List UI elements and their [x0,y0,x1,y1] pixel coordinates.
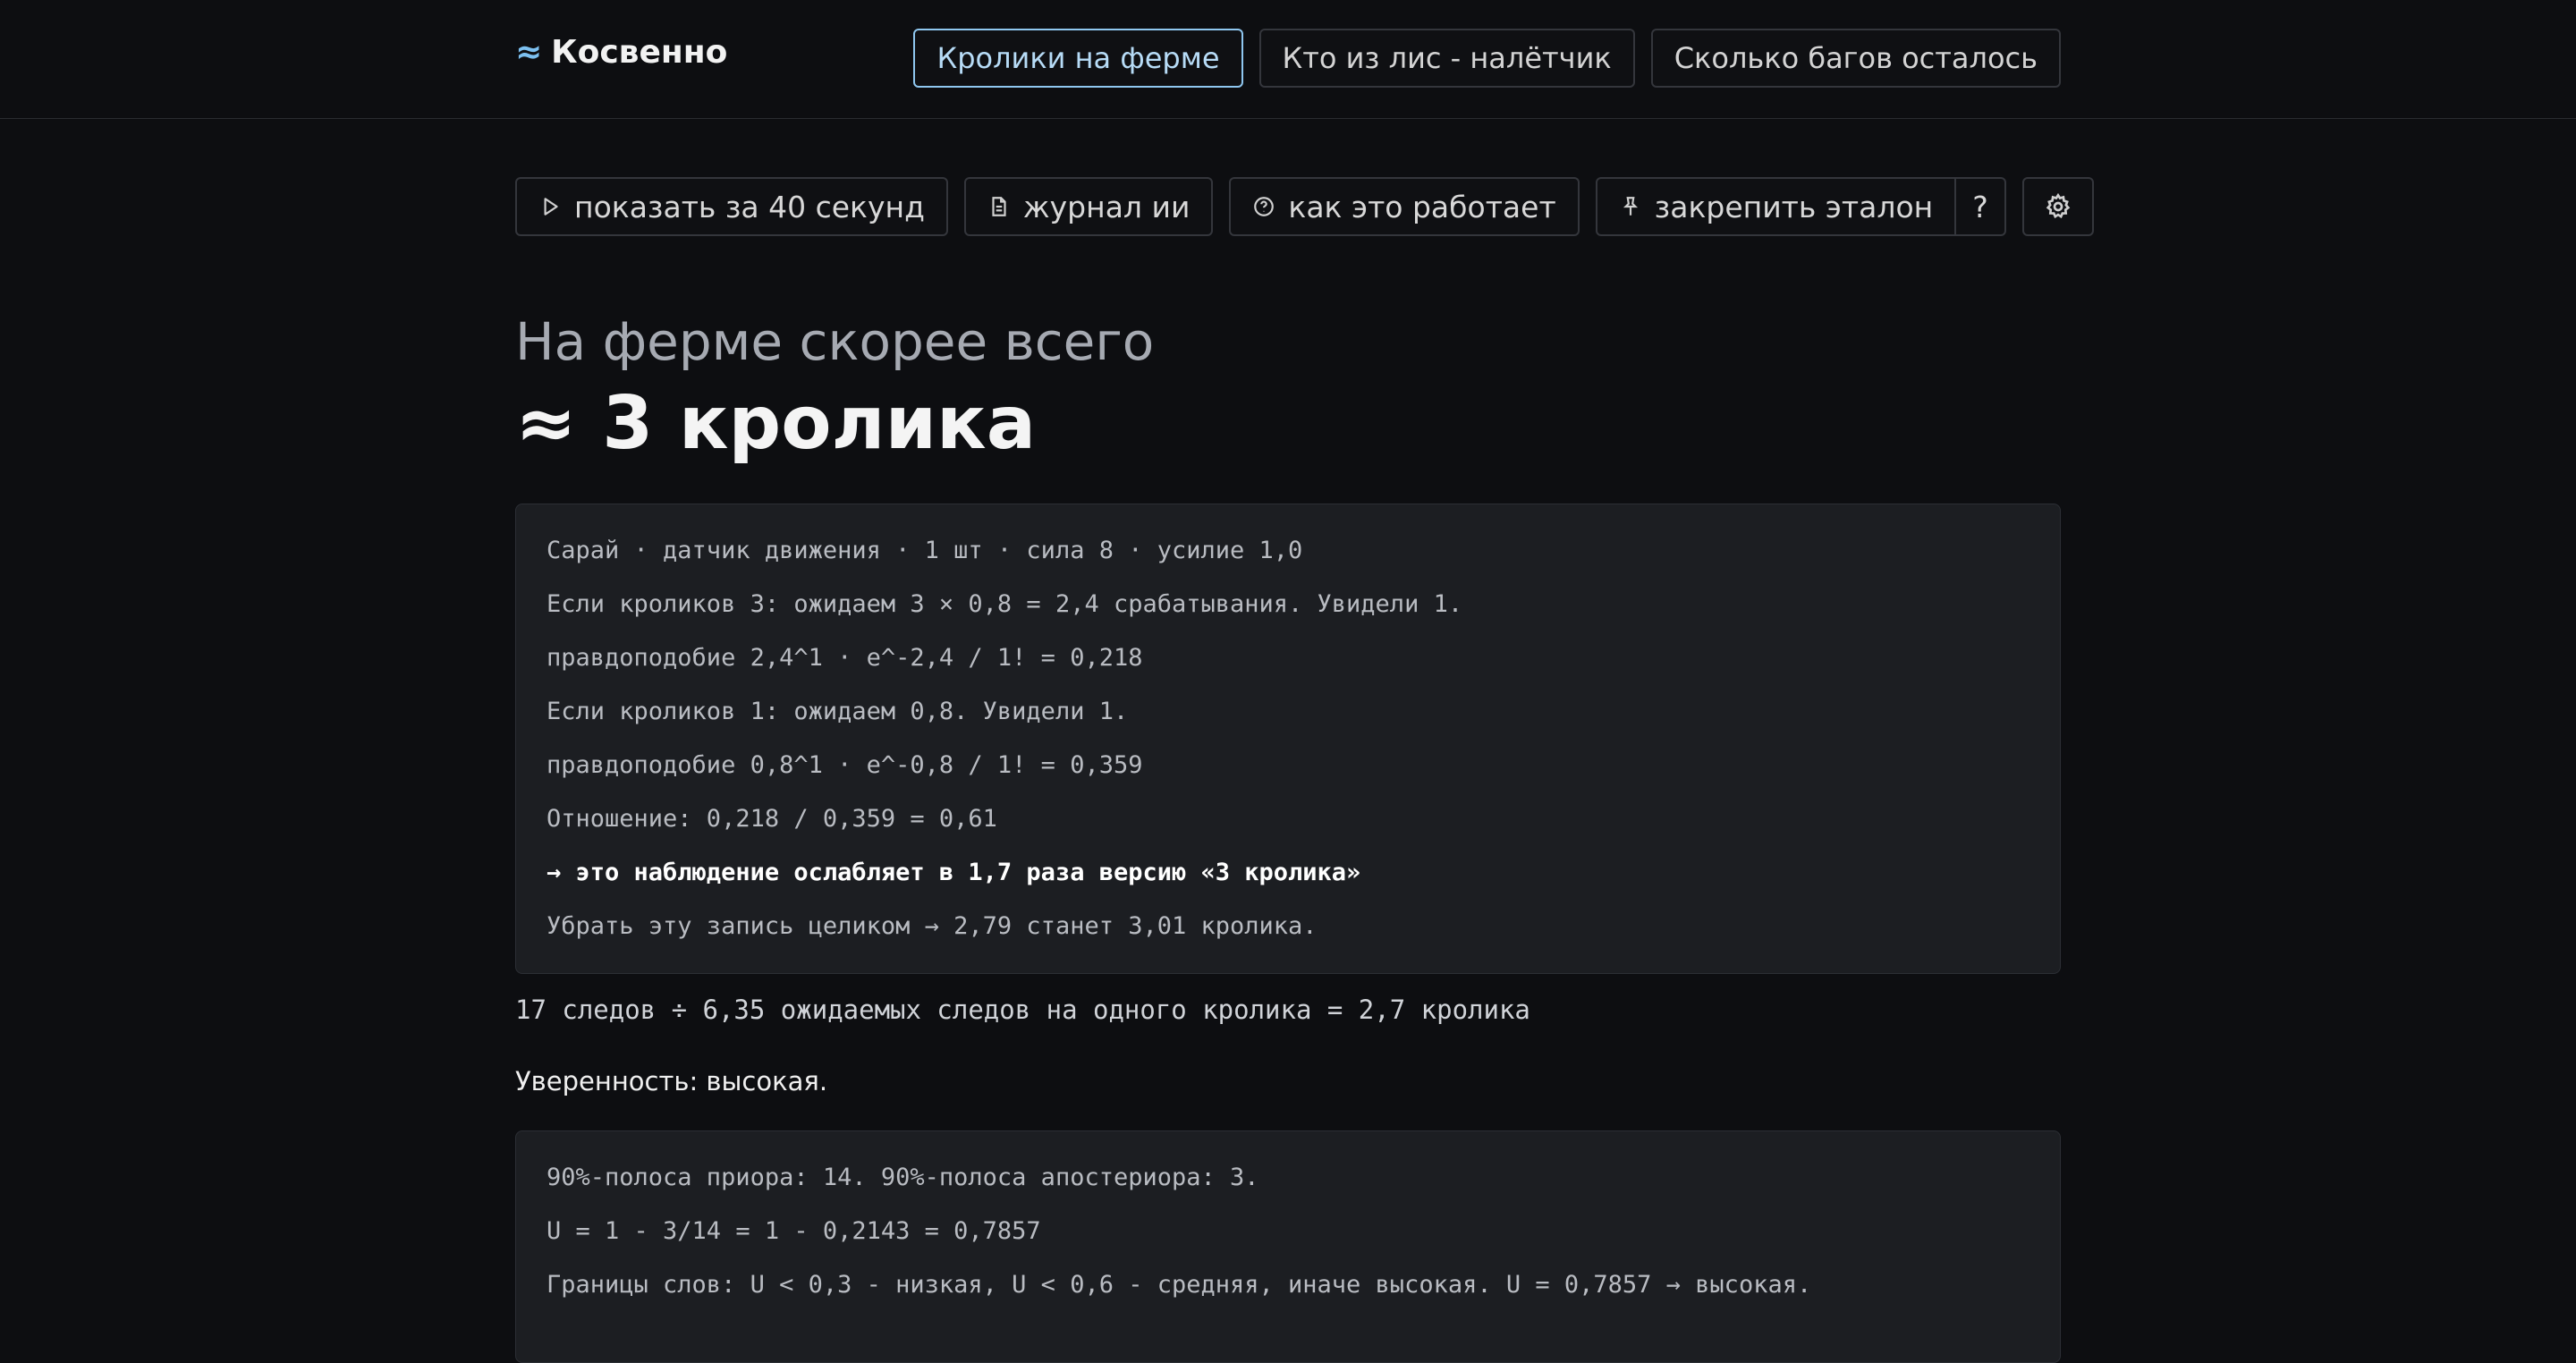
confidence-line: U = 1 - 3/14 = 1 - 0,2143 = 0,7857 [547,1217,1041,1245]
action-toolbar: показать за 40 секунд журнал ии как это … [515,177,2094,236]
top-bar: ≈ Косвенно Кролики на ферме Кто из лис -… [0,0,2576,119]
evidence-line: Отношение: 0,218 / 0,359 = 0,61 [547,805,997,833]
tab-fox-raider[interactable]: Кто из лис - налётчик [1258,29,1635,88]
logo-text: Косвенно [551,34,728,71]
help-circle-icon [1254,197,1275,216]
confidence-line: 90%-полоса приора: 14. 90%-полоса апосте… [547,1164,1259,1191]
evidence-conclusion: → это наблюдение ослабляет в 1,7 раза ве… [547,859,1361,886]
how-it-works-label: как это работает [1288,189,1556,224]
document-icon [992,197,1006,216]
gear-icon [2046,192,2071,219]
evidence-line: Если кроликов 1: ожидаем 0,8. Увидели 1. [547,698,1129,725]
tracks-summary: 17 следов ÷ 6,35 ожидаемых следов на одн… [515,995,1530,1025]
app-logo[interactable]: ≈ Косвенно [515,34,727,71]
evidence-line: Убрать эту запись целиком → 2,79 станет … [547,912,1318,940]
evidence-card: Сарай · датчик движения · 1 шт · сила 8 … [515,504,2061,974]
evidence-line: Сарай · датчик движения · 1 шт · сила 8 … [547,537,1303,564]
tab-rabbits-on-farm[interactable]: Кролики на ферме [913,29,1243,88]
ai-log-label: журнал ии [1022,189,1191,224]
play-icon [544,198,558,216]
pin-reference-button[interactable]: закрепить эталон [1595,177,1957,236]
estimate-headline: На ферме скорее всего ≈ 3 кролика [515,309,1154,467]
logo-approx-mark: ≈ [515,34,543,71]
confidence-level: Уверенность: высокая. [515,1066,828,1096]
evidence-line: правдоподобие 2,4^1 · e^-2,4 / 1! = 0,21… [547,644,1143,672]
pin-reference-group: закрепить эталон ? [1595,177,2006,236]
confidence-card: 90%-полоса приора: 14. 90%-полоса апосте… [515,1130,2061,1363]
show-in-40-seconds-button[interactable]: показать за 40 секунд [515,177,948,236]
pin-reference-help-button[interactable]: ? [1956,177,2006,236]
pin-reference-label: закрепить эталон [1654,189,1934,224]
scenario-tabs: Кролики на ферме Кто из лис - налётчик С… [913,29,2061,88]
confidence-line: Границы слов: U < 0,3 - низкая, U < 0,6 … [547,1271,1812,1299]
evidence-line: правдоподобие 0,8^1 · e^-0,8 / 1! = 0,35… [547,751,1143,779]
ai-log-button[interactable]: журнал ии [963,177,1214,236]
estimate-value: ≈ 3 кролика [515,381,1037,466]
tab-bugs-remaining[interactable]: Сколько багов осталось [1650,29,2061,88]
evidence-line: Если кроликов 3: ожидаем 3 × 0,8 = 2,4 с… [547,590,1463,618]
show-in-40-seconds-label: показать за 40 секунд [574,189,925,224]
pin-icon [1623,197,1638,216]
settings-button[interactable] [2021,177,2094,236]
how-it-works-button[interactable]: как это работает [1229,177,1580,236]
estimate-subtitle: На ферме скорее всего [515,311,1155,372]
